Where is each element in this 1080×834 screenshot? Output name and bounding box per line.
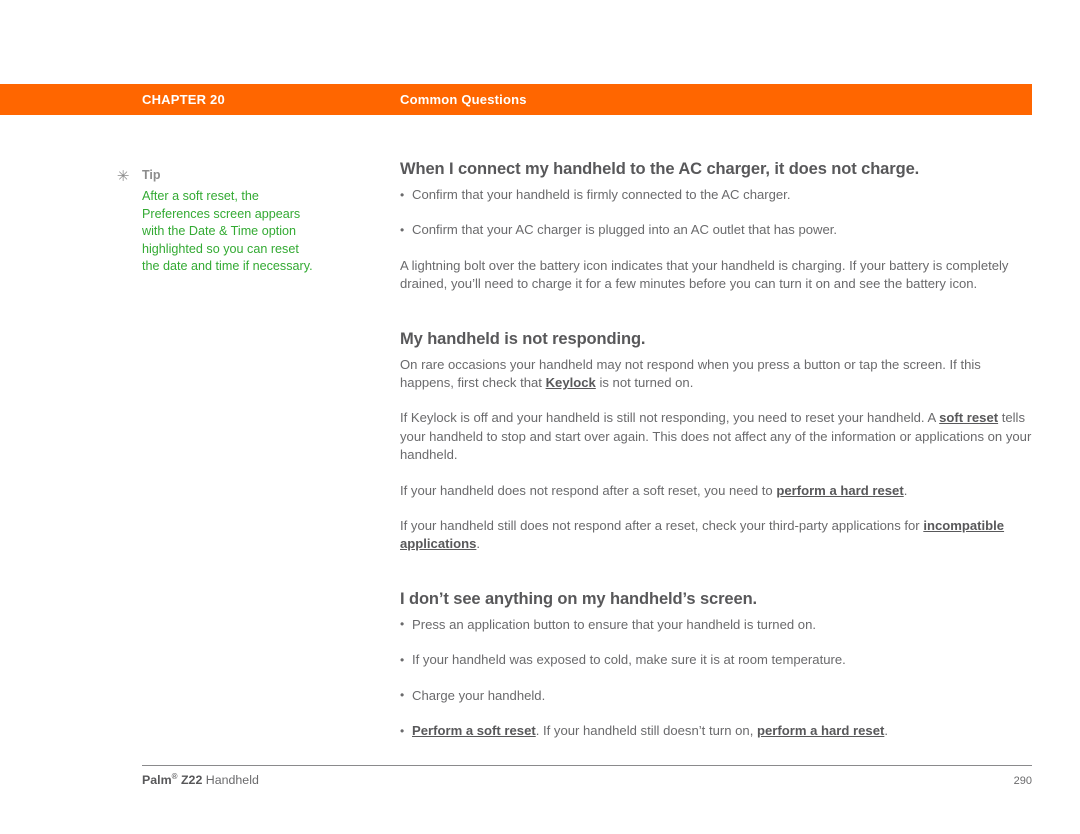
list-item: Press an application button to ensure th… bbox=[400, 615, 1035, 634]
link-perform-hard-reset-2[interactable]: perform a hard reset bbox=[757, 723, 884, 738]
paragraph-keylock: On rare occasions your handheld may not … bbox=[400, 356, 1035, 393]
paragraph-battery-icon: A lightning bolt over the battery icon i… bbox=[400, 257, 1009, 292]
section-title-charging: When I connect my handheld to the AC cha… bbox=[400, 160, 920, 178]
model-name: Z22 bbox=[180, 773, 203, 788]
list-item-resets-end: . bbox=[884, 723, 888, 739]
brand-name: Palm bbox=[142, 773, 172, 788]
list-item: Confirm that your AC charger is plugged … bbox=[400, 221, 1035, 240]
tip-header: ✳ Tip bbox=[115, 168, 345, 188]
paragraph-soft-reset: If Keylock is off and your handheld is s… bbox=[400, 409, 1035, 464]
paragraph-hard-reset-text-b: . bbox=[903, 482, 908, 498]
tip-label: Tip bbox=[142, 168, 161, 182]
tip-callout: ✳ Tip After a soft reset, the Preference… bbox=[115, 168, 345, 276]
list-item-resets: Perform a soft reset. If your handheld s… bbox=[400, 722, 1035, 741]
list-item: Charge your handheld. bbox=[400, 686, 1035, 705]
list-item-resets-mid: . If your handheld still doesn’t turn on… bbox=[535, 723, 757, 739]
product-type: Handheld bbox=[205, 773, 259, 788]
footer-product-line: Palm® Z22 Handheld bbox=[142, 772, 259, 787]
paragraph-hard-reset: If your handheld does not respond after … bbox=[400, 482, 1035, 500]
asterisk-icon: ✳ bbox=[116, 167, 130, 185]
bullet-list-charging: Confirm that your handheld is firmly con… bbox=[400, 185, 1035, 240]
registered-trademark-icon: ® bbox=[171, 772, 178, 781]
paragraph-soft-reset-text-a: If Keylock is off and your handheld is s… bbox=[400, 410, 940, 426]
paragraph-keylock-text-b: is not turned on. bbox=[595, 375, 694, 391]
footer-divider bbox=[142, 765, 1032, 766]
paragraph-hard-reset-text-a: If your handheld does not respond after … bbox=[400, 482, 777, 498]
section-title-blank-screen: I don’t see anything on my handheld’s sc… bbox=[400, 589, 758, 608]
main-content: When I connect my handheld to the AC cha… bbox=[400, 160, 1035, 758]
link-keylock[interactable]: Keylock bbox=[546, 375, 596, 390]
paragraph-incompatible-text-b: . bbox=[476, 536, 481, 552]
section-title-not-responding: My handheld is not responding. bbox=[400, 329, 646, 348]
bullet-list-blank-screen: Press an application button to ensure th… bbox=[400, 615, 1035, 741]
link-perform-hard-reset[interactable]: perform a hard reset bbox=[776, 483, 903, 498]
list-item: Confirm that your handheld is firmly con… bbox=[400, 185, 1035, 204]
section-label: Common Questions bbox=[400, 92, 527, 107]
page-number: 290 bbox=[1013, 775, 1032, 787]
list-item: If your handheld was exposed to cold, ma… bbox=[400, 651, 1035, 670]
chapter-label: CHAPTER 20 bbox=[142, 92, 225, 107]
paragraph-incompatible-text-a: If your handheld still does not respond … bbox=[400, 518, 924, 534]
tip-text: After a soft reset, the Preferences scre… bbox=[142, 189, 313, 274]
link-perform-soft-reset[interactable]: Perform a soft reset bbox=[412, 723, 536, 738]
link-soft-reset[interactable]: soft reset bbox=[939, 410, 998, 425]
paragraph-incompatible-apps: If your handheld still does not respond … bbox=[400, 517, 1035, 554]
